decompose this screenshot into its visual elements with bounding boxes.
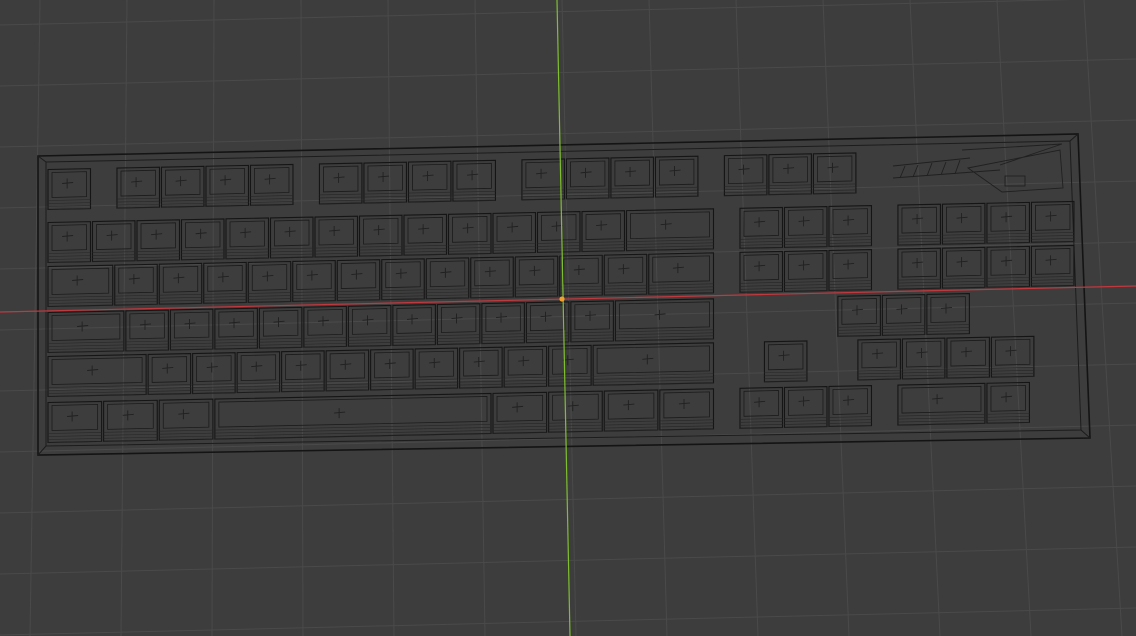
3d-viewport[interactable] xyxy=(0,0,1136,636)
object-origin-point[interactable] xyxy=(559,296,565,302)
